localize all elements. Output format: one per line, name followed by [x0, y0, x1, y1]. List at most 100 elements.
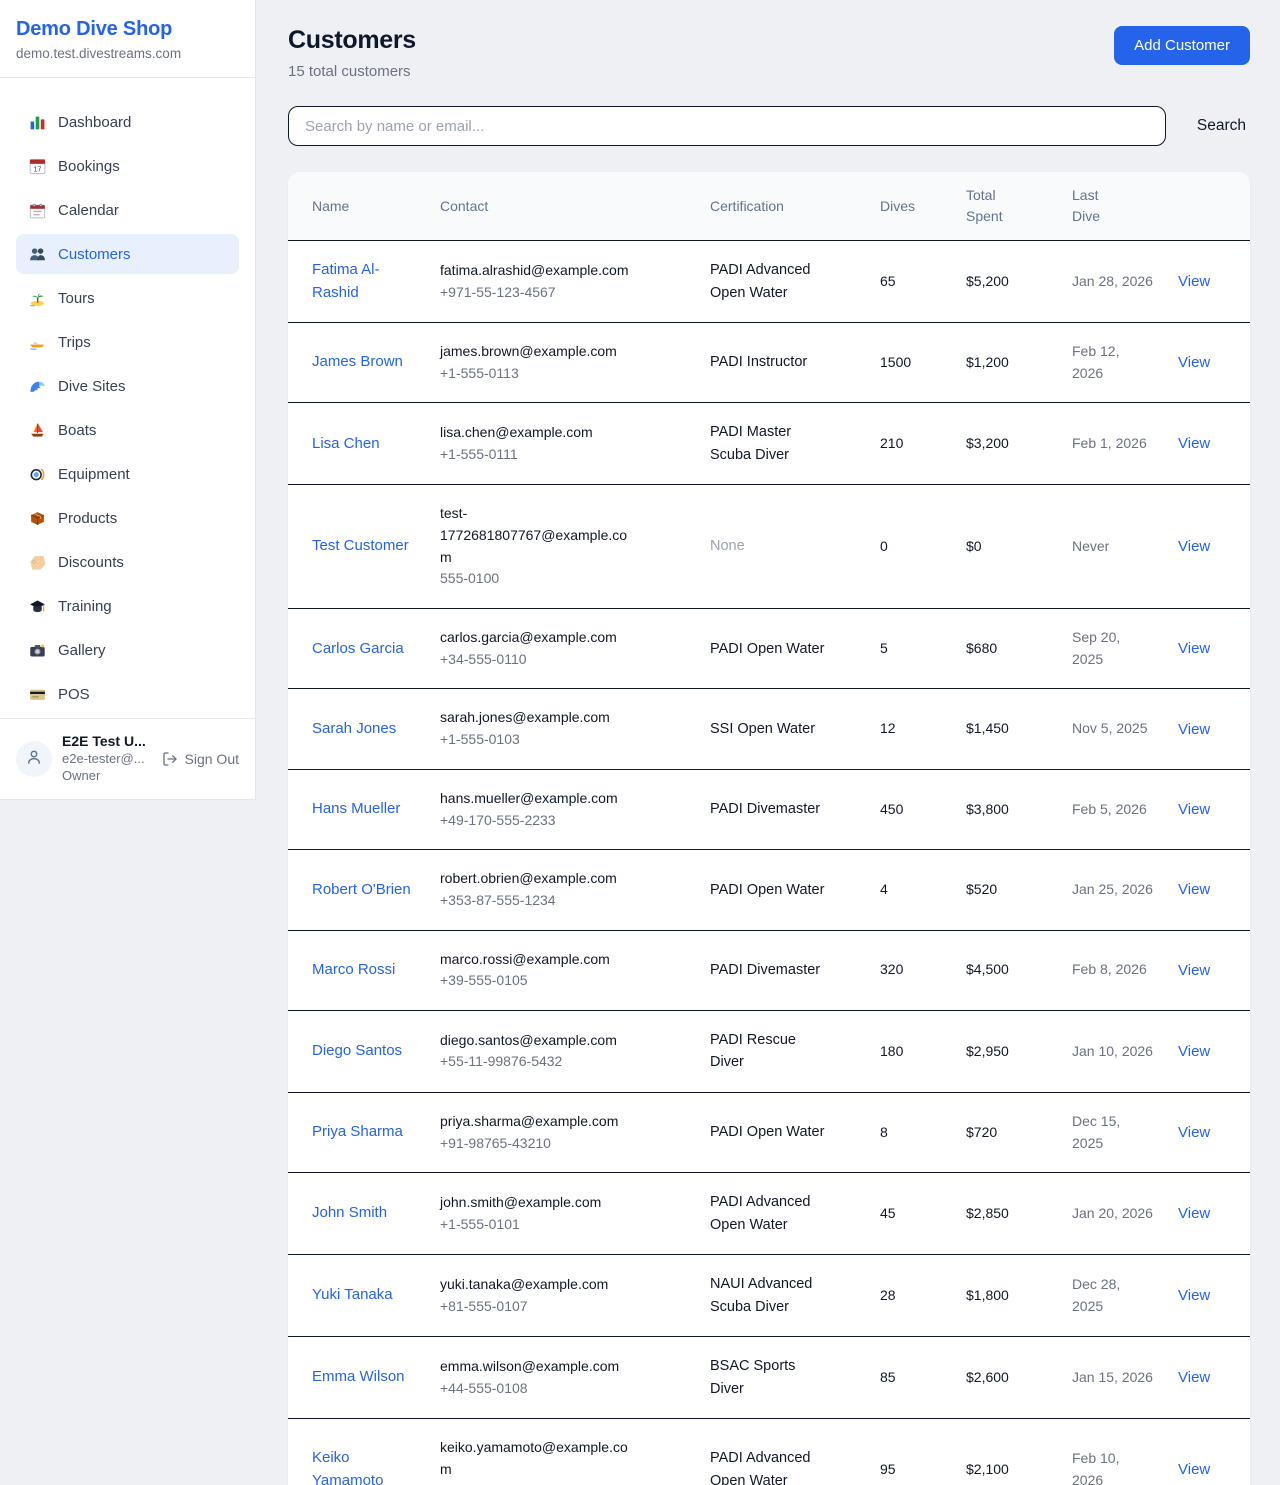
- customer-total-spent: $2,950: [954, 1010, 1060, 1092]
- customer-phone: +1-555-0101: [440, 1214, 636, 1236]
- view-customer-link[interactable]: View: [1178, 721, 1210, 738]
- column-header-total-spent: Total Spent: [954, 172, 1060, 241]
- customer-phone: +39-555-0105: [440, 970, 636, 992]
- customer-total-spent: $720: [954, 1092, 1060, 1172]
- island-icon: [28, 289, 46, 307]
- view-customer-link[interactable]: View: [1178, 354, 1210, 371]
- sidebar-item-tours[interactable]: Tours: [16, 278, 239, 318]
- customer-certification: None: [710, 535, 745, 557]
- customer-name-link[interactable]: Test Customer: [312, 535, 409, 558]
- customer-total-spent: $2,100: [954, 1419, 1060, 1485]
- customer-certification: PADI Open Water: [710, 638, 824, 660]
- customer-name-link[interactable]: Fatima Al-Rashid: [312, 259, 412, 304]
- add-customer-button[interactable]: Add Customer: [1114, 26, 1250, 65]
- sign-out-icon: [162, 751, 178, 767]
- customer-name-link[interactable]: Keiko Yamamoto: [312, 1447, 412, 1485]
- customer-email: yuki.tanaka@example.com: [440, 1274, 636, 1296]
- customer-phone: +34-555-0110: [440, 649, 636, 671]
- view-customer-link[interactable]: View: [1178, 538, 1210, 555]
- customer-total-spent: $1,800: [954, 1255, 1060, 1337]
- sidebar-item-trips[interactable]: Trips: [16, 322, 239, 362]
- customer-name-link[interactable]: Hans Mueller: [312, 798, 400, 821]
- customer-certification: PADI Instructor: [710, 351, 807, 373]
- customer-total-spent: $3,200: [954, 403, 1060, 485]
- view-customer-link[interactable]: View: [1178, 1205, 1210, 1222]
- customer-name-link[interactable]: Diego Santos: [312, 1040, 402, 1063]
- view-customer-link[interactable]: View: [1178, 1369, 1210, 1386]
- camera-icon: [28, 641, 46, 659]
- customer-certification: PADI Divemaster: [710, 959, 820, 981]
- view-customer-link[interactable]: View: [1178, 1124, 1210, 1141]
- shop-name[interactable]: Demo Dive Shop: [16, 18, 239, 41]
- sidebar-item-products[interactable]: Products: [16, 498, 239, 538]
- customer-email: test-1772681807767@example.com: [440, 503, 636, 568]
- table-row: Lisa Chen lisa.chen@example.com +1-555-0…: [288, 403, 1250, 485]
- customer-name-link[interactable]: Lisa Chen: [312, 433, 380, 456]
- view-customer-link[interactable]: View: [1178, 435, 1210, 452]
- customer-email: hans.mueller@example.com: [440, 788, 636, 810]
- customer-total-spent: $520: [954, 850, 1060, 930]
- view-customer-link[interactable]: View: [1178, 801, 1210, 818]
- sidebar-item-dashboard[interactable]: Dashboard: [16, 102, 239, 142]
- sidebar-item-bookings[interactable]: 17 Bookings: [16, 146, 239, 186]
- sidebar-item-training[interactable]: Training: [16, 586, 239, 626]
- svg-text:17: 17: [33, 166, 41, 173]
- user-name: E2E Test U...: [62, 733, 152, 749]
- customer-name-link[interactable]: Carlos Garcia: [312, 638, 404, 661]
- credit-card-icon: [28, 685, 46, 703]
- sidebar-item-pos[interactable]: POS: [16, 674, 239, 714]
- sidebar-item-boats[interactable]: Boats: [16, 410, 239, 450]
- sidebar-item-gallery[interactable]: Gallery: [16, 630, 239, 670]
- customer-last-dive: Dec 28, 2025: [1060, 1255, 1166, 1337]
- column-header-name: Name: [288, 172, 428, 241]
- table-row: Diego Santos diego.santos@example.com +5…: [288, 1010, 1250, 1092]
- column-header-contact: Contact: [428, 172, 698, 241]
- customer-name-link[interactable]: James Brown: [312, 351, 403, 374]
- customer-phone: +44-555-0108: [440, 1378, 636, 1400]
- view-customer-link[interactable]: View: [1178, 1287, 1210, 1304]
- view-customer-link[interactable]: View: [1178, 962, 1210, 979]
- customer-email: marco.rossi@example.com: [440, 949, 636, 971]
- view-customer-link[interactable]: View: [1178, 1043, 1210, 1060]
- sign-out-label: Sign Out: [185, 751, 239, 767]
- graduation-cap-icon: [28, 597, 46, 615]
- customer-certification: SSI Open Water: [710, 718, 815, 740]
- view-customer-link[interactable]: View: [1178, 881, 1210, 898]
- customer-dives: 8: [868, 1092, 954, 1172]
- customer-total-spent: $2,600: [954, 1337, 1060, 1419]
- table-row: Keiko Yamamoto keiko.yamamoto@example.co…: [288, 1419, 1250, 1485]
- sidebar-item-discounts[interactable]: Discounts: [16, 542, 239, 582]
- customer-total-spent: $3,800: [954, 769, 1060, 849]
- table-row: John Smith john.smith@example.com +1-555…: [288, 1173, 1250, 1255]
- main-content: Customers 15 total customers Add Custome…: [256, 0, 1280, 1485]
- customer-total-spent: $5,200: [954, 241, 1060, 323]
- sidebar-item-equipment[interactable]: Equipment: [16, 454, 239, 494]
- view-customer-link[interactable]: View: [1178, 1461, 1210, 1478]
- customer-name-link[interactable]: Emma Wilson: [312, 1366, 405, 1389]
- customer-phone: +81-90-1234-5678: [440, 1480, 636, 1485]
- customer-name-link[interactable]: John Smith: [312, 1202, 387, 1225]
- sidebar-item-customers[interactable]: Customers: [16, 234, 239, 274]
- sidebar-item-dive-sites[interactable]: Dive Sites: [16, 366, 239, 406]
- shop-domain: demo.test.divestreams.com: [16, 46, 239, 61]
- column-header-last-dive: Last Dive: [1060, 172, 1166, 241]
- sign-out-button[interactable]: Sign Out: [162, 751, 239, 767]
- sidebar-item-calendar[interactable]: Calendar: [16, 190, 239, 230]
- customer-name-link[interactable]: Priya Sharma: [312, 1121, 403, 1144]
- view-customer-link[interactable]: View: [1178, 273, 1210, 290]
- view-customer-link[interactable]: View: [1178, 640, 1210, 657]
- package-icon: [28, 509, 46, 527]
- customer-name-link[interactable]: Yuki Tanaka: [312, 1284, 393, 1307]
- customer-last-dive: Nov 5, 2025: [1060, 689, 1166, 769]
- avatar: [16, 741, 52, 777]
- customer-last-dive: Feb 5, 2026: [1060, 769, 1166, 849]
- search-input[interactable]: [288, 106, 1166, 146]
- customer-name-link[interactable]: Robert O'Brien: [312, 879, 411, 902]
- customer-name-link[interactable]: Marco Rossi: [312, 959, 395, 982]
- customer-dives: 4: [868, 850, 954, 930]
- customer-name-link[interactable]: Sarah Jones: [312, 718, 396, 741]
- search-button[interactable]: Search: [1193, 117, 1250, 135]
- sidebar: Demo Dive Shop demo.test.divestreams.com…: [0, 0, 256, 800]
- customer-phone: +353-87-555-1234: [440, 890, 636, 912]
- customer-dives: 5: [868, 609, 954, 689]
